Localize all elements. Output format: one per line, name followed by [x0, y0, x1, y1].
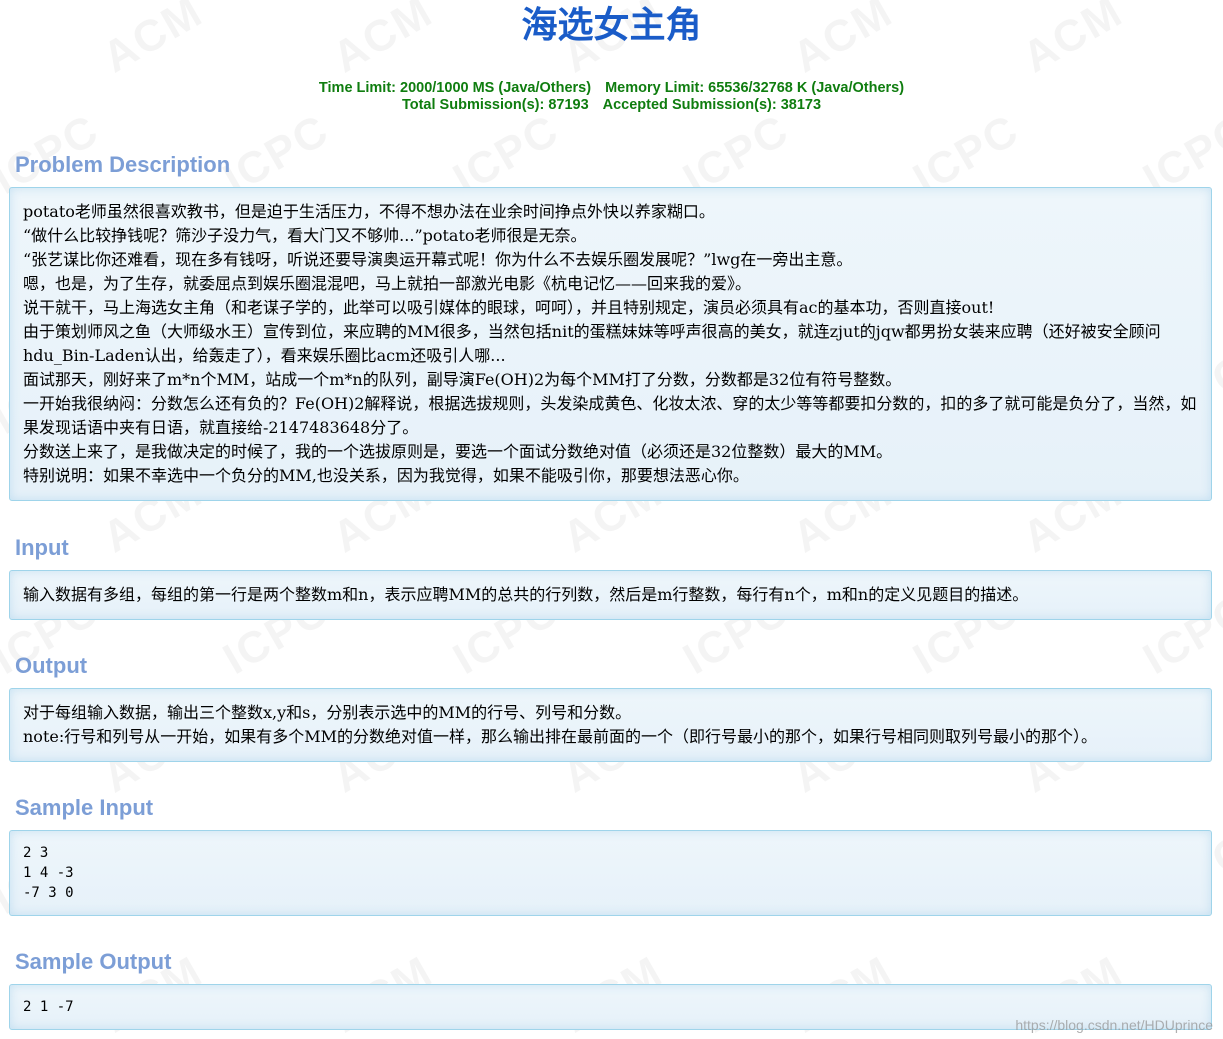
sample-input-heading: Sample Input	[15, 795, 154, 820]
input-heading: Input	[15, 535, 69, 560]
memory-limit: Memory Limit: 65536/32768 K (Java/Others…	[605, 80, 905, 96]
output-line: 对于每组输入数据，输出三个整数x,y和s，分别表示选中的MM的行号、列号和分数。	[23, 703, 632, 722]
time-limit: Time Limit: 2000/1000 MS (Java/Others)	[318, 80, 592, 96]
description-line: 特别说明：如果不幸选中一个负分的MM,也没关系，因为我觉得，如果不能吸引你，那要…	[23, 466, 749, 485]
output-panel: 对于每组输入数据，输出三个整数x,y和s，分别表示选中的MM的行号、列号和分数。…	[9, 688, 1212, 762]
description-line: 分数送上来了，是我做决定的时候了，我的一个选拔原则是，要选一个面试分数绝对值（必…	[23, 442, 893, 461]
problem-title: 海选女主角	[521, 5, 702, 46]
input-panel: 输入数据有多组，每组的第一行是两个整数m和n，表示应聘MM的总共的行列数，然后是…	[9, 570, 1212, 620]
problem-limits: Time Limit: 2000/1000 MS (Java/Others) Me…	[0, 80, 1223, 114]
description-line: 说干就干，马上海选女主角（和老谋子学的，此举可以吸引媒体的眼球，呵呵），并且特别…	[23, 298, 995, 317]
limits-row-2: Total Submission(s): 87193 Accepted Submi…	[0, 97, 1223, 114]
problem-page: 海选女主角 Time Limit: 2000/1000 MS (Java/Oth…	[0, 0, 1223, 1030]
blog-credit: https://blog.csdn.net/HDUprince	[1015, 1017, 1213, 1033]
description-line: 面试那天，刚好来了m*n个MM，站成一个m*n的队列，副导演Fe(OH)2为每个…	[23, 370, 902, 389]
description-heading: Problem Description	[15, 152, 231, 177]
sample-output-heading: Sample Output	[15, 949, 172, 974]
description-line: “张艺谋比你还难看，现在多有钱呀，听说还要导演奥运开幕式呢！你为什么不去娱乐圈发…	[23, 250, 853, 269]
accepted-submissions: Accepted Submission(s): 38173	[602, 97, 822, 113]
input-line: 输入数据有多组，每组的第一行是两个整数m和n，表示应聘MM的总共的行列数，然后是…	[23, 585, 1029, 604]
sample-input-panel: 2 3 1 4 -3 -7 3 0	[9, 830, 1212, 916]
description-line: “做什么比较挣钱呢？筛沙子没力气，看大门又不够帅...”potato老师很是无奈…	[23, 226, 587, 245]
description-line: 由于策划师风之鱼（大师级水王）宣传到位，来应聘的MM很多，当然包括nit的蛋糕妹…	[23, 322, 1161, 365]
sample-input-code: 2 3 1 4 -3 -7 3 0	[23, 845, 74, 901]
limits-row-1: Time Limit: 2000/1000 MS (Java/Others) Me…	[0, 80, 1223, 97]
description-line: potato老师虽然很喜欢教书，但是迫于生活压力，不得不想办法在业余时间挣点外快…	[23, 202, 715, 221]
description-line: 一开始我很纳闷：分数怎么还有负的？Fe(OH)2解释说，根据选拔规则，头发染成黄…	[23, 394, 1197, 437]
output-line: note:行号和列号从一开始，如果有多个MM的分数绝对值一样，那么输出排在最前面…	[23, 727, 1097, 746]
description-line: 嗯，也是，为了生存，就委屈点到娱乐圈混混吧，马上就拍一部激光电影《杭电记忆——回…	[23, 274, 752, 293]
total-submissions: Total Submission(s): 87193	[401, 97, 589, 113]
output-heading: Output	[15, 653, 88, 678]
description-panel: potato老师虽然很喜欢教书，但是迫于生活压力，不得不想办法在业余时间挣点外快…	[9, 187, 1212, 501]
sample-output-code: 2 1 -7	[23, 999, 74, 1015]
